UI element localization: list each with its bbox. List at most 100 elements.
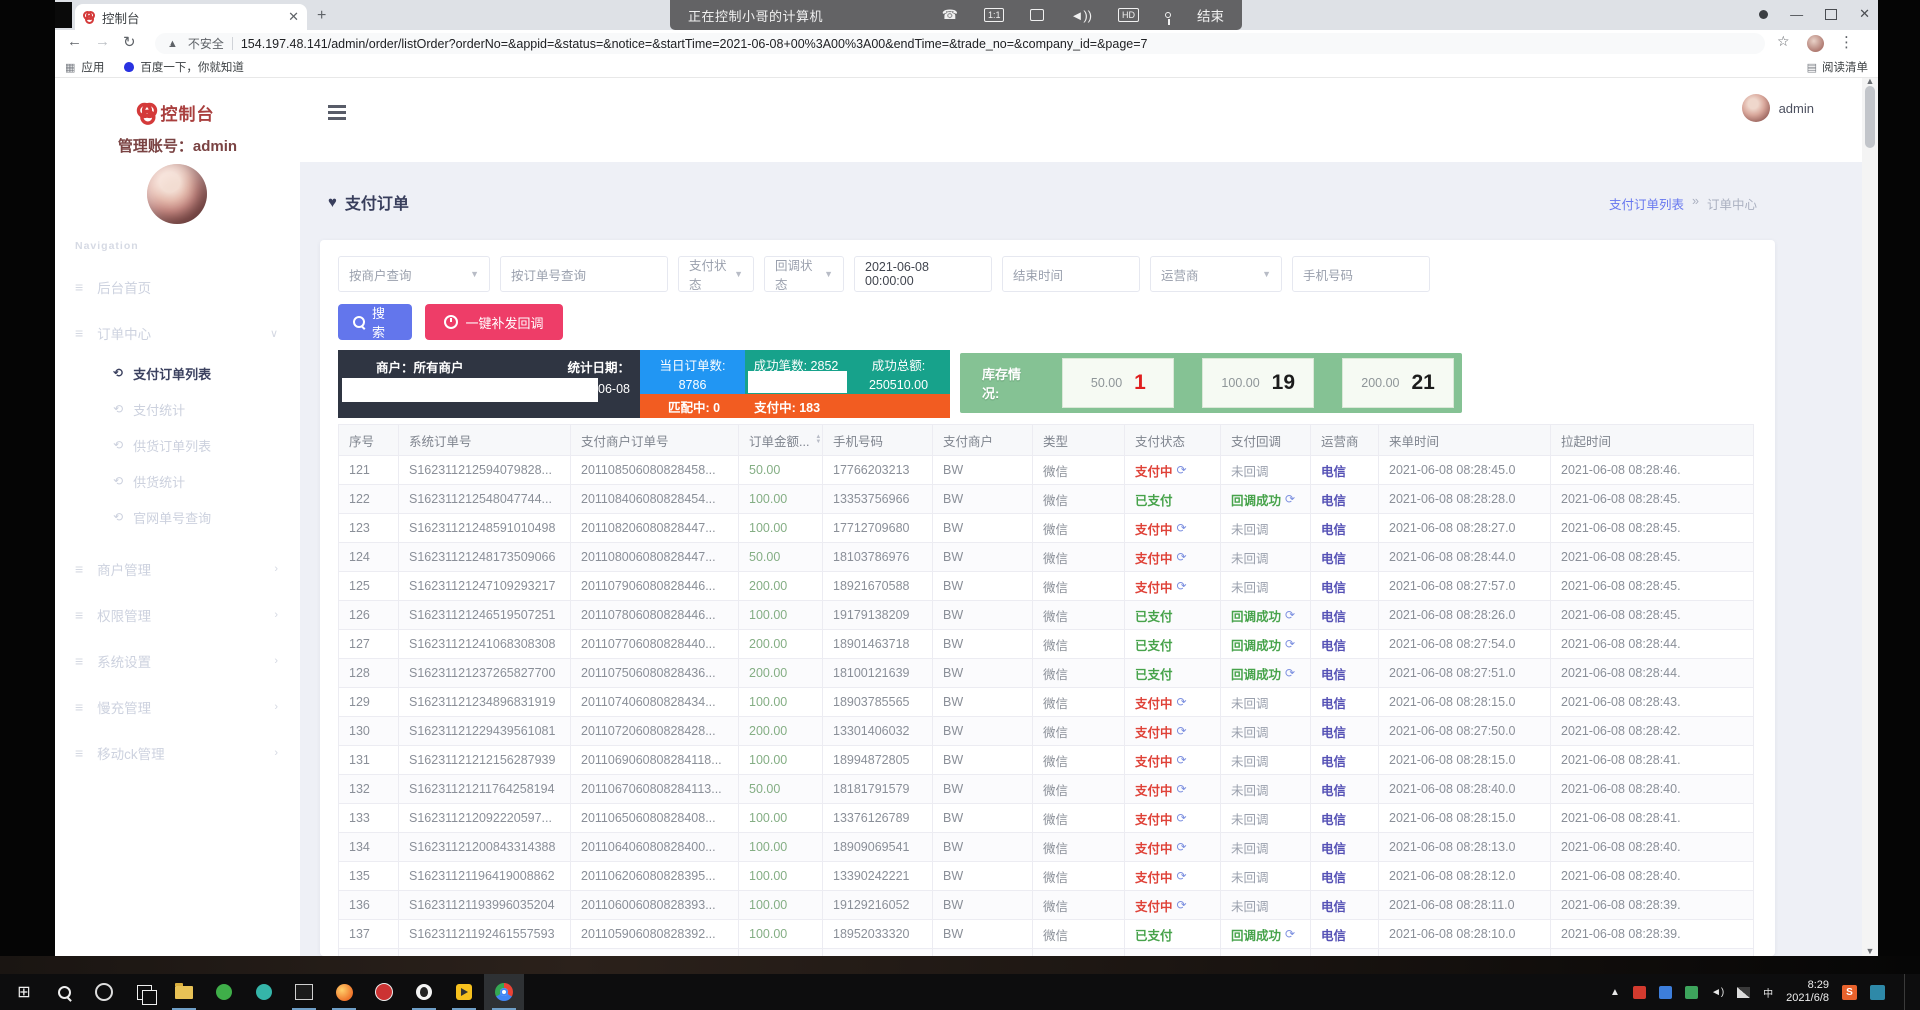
notes-app-icon[interactable] — [1870, 985, 1885, 1000]
sidebar-item-移动ck管理[interactable]: ≡移动ck管理› — [55, 736, 300, 770]
chevron-down-icon: ▼ — [824, 269, 833, 279]
potplayer-icon[interactable] — [444, 974, 484, 1010]
sidebar-subitem-支付订单列表[interactable]: ⟲支付订单列表 — [55, 358, 300, 388]
refresh-icon[interactable]: ⟳ — [1177, 463, 1187, 477]
scroll-down-icon[interactable]: ▼ — [1864, 946, 1876, 956]
sidebar-item-订单中心[interactable]: ≡订单中心∨ — [55, 316, 300, 350]
refresh-icon[interactable]: ⟳ — [1285, 637, 1295, 651]
sidebar-item-后台首页[interactable]: ≡后台首页 — [55, 270, 300, 304]
new-tab-button[interactable]: + — [317, 7, 326, 25]
circular-arrow-icon: ⟲ — [113, 366, 123, 380]
sidebar-subitem-供货统计[interactable]: ⟲供货统计 — [55, 466, 300, 496]
address-bar[interactable]: ▲! 不安全 154.197.48.141/admin/order/listOr… — [155, 33, 1765, 54]
brand[interactable]: 控制台 — [55, 100, 300, 125]
search-button[interactable]: 搜索 — [338, 304, 412, 340]
refresh-icon[interactable]: ⟳ — [1177, 869, 1187, 883]
teal-app-icon[interactable] — [244, 974, 284, 1010]
ratio-1-1-icon[interactable]: 1:1 — [984, 8, 1005, 22]
resend-callback-button[interactable]: 一键补发回调 — [425, 304, 563, 340]
refresh-icon[interactable]: ⟳ — [1177, 550, 1187, 564]
refresh-icon[interactable]: ⟳ — [1177, 811, 1187, 825]
url-text[interactable]: 154.197.48.141/admin/order/listOrder?ord… — [241, 37, 1148, 51]
refresh-icon[interactable]: ⟳ — [1285, 492, 1295, 506]
fullscreen-icon[interactable] — [1030, 9, 1044, 21]
menu-dots-icon[interactable]: ⋮ — [1839, 33, 1854, 51]
cmd-icon[interactable] — [284, 974, 324, 1010]
apps-label[interactable]: 应用 — [81, 59, 104, 75]
scrollbar-thumb[interactable] — [1865, 86, 1875, 148]
menu-toggle-button[interactable] — [328, 103, 350, 121]
sidebar-item-商户管理[interactable]: ≡商户管理› — [55, 552, 300, 586]
sidebar-item-系统设置[interactable]: ≡系统设置› — [55, 644, 300, 678]
stock-count: 21 — [1412, 371, 1435, 395]
baidu-bookmark[interactable]: 百度一下，你就知道 — [140, 59, 244, 75]
refresh-icon[interactable]: ⟳ — [1285, 608, 1295, 622]
task-view-icon[interactable] — [124, 974, 164, 1010]
refresh-icon[interactable]: ⟳ — [1177, 521, 1187, 535]
filter-input-4[interactable]: 2021-06-08 00:00:00 — [854, 256, 992, 292]
sidebar-item-权限管理[interactable]: ≡权限管理› — [55, 598, 300, 632]
phone-icon[interactable]: ☎ — [942, 7, 958, 23]
green-app-icon[interactable] — [204, 974, 244, 1010]
page-scrollbar[interactable]: ▲ ▼ — [1862, 78, 1878, 956]
profile-avatar[interactable] — [1807, 35, 1824, 52]
back-icon[interactable]: ← — [67, 33, 82, 50]
filter-select-3[interactable]: 回调状态▼ — [764, 256, 844, 292]
sort-icon[interactable]: ▲▼ — [815, 435, 821, 445]
filter-input-1[interactable]: 按订单号查询 — [500, 256, 668, 292]
firefox-icon[interactable] — [324, 974, 364, 1010]
filter-select-0[interactable]: 按商户查询▼ — [338, 256, 490, 292]
security-label[interactable]: 不安全 — [188, 35, 224, 52]
success-count-input[interactable] — [748, 371, 848, 393]
callback-text: 未回调 — [1231, 519, 1269, 538]
user-chip[interactable]: admin — [1742, 94, 1814, 122]
reload-icon[interactable]: ↻ — [123, 33, 136, 51]
scroll-up-icon[interactable]: ▲ — [1864, 76, 1876, 86]
refresh-icon[interactable]: ⟳ — [1177, 840, 1187, 854]
speaker-icon[interactable]: ◄)) — [1070, 8, 1092, 23]
pin-icon[interactable] — [1165, 12, 1171, 18]
close-button[interactable]: ✕ — [1859, 6, 1870, 22]
sidebar-subitem-供货订单列表[interactable]: ⟲供货订单列表 — [55, 430, 300, 460]
sidebar-subitem-支付统计[interactable]: ⟲支付统计 — [55, 394, 300, 424]
refresh-icon[interactable]: ⟳ — [1177, 695, 1187, 709]
apps-grid-icon[interactable]: ▦ — [65, 61, 75, 74]
end-session-button[interactable]: 结束 — [1197, 5, 1224, 25]
qq-icon[interactable] — [404, 974, 444, 1010]
sidebar-subitem-官网单号查询[interactable]: ⟲官网单号查询 — [55, 502, 300, 532]
filter-input-5[interactable]: 结束时间 — [1002, 256, 1140, 292]
bookmark-star-icon[interactable]: ☆ — [1777, 33, 1790, 50]
merchant-filter-input[interactable] — [342, 378, 598, 402]
refresh-icon[interactable]: ⟳ — [1177, 782, 1187, 796]
forward-icon[interactable]: → — [95, 33, 110, 50]
refresh-icon[interactable]: ⟳ — [1177, 724, 1187, 738]
cortana-icon[interactable] — [84, 974, 124, 1010]
chrome-icon[interactable] — [484, 974, 524, 1010]
reading-list-button[interactable]: ▤ 阅读清单 — [1807, 59, 1868, 75]
refresh-icon[interactable]: ⟳ — [1177, 898, 1187, 912]
tab-close-icon[interactable]: ✕ — [288, 9, 299, 25]
maximize-button[interactable] — [1825, 9, 1837, 20]
refresh-icon[interactable]: ⟳ — [1285, 927, 1295, 941]
browser-tab[interactable]: 控制台 ✕ — [75, 4, 307, 30]
filter-select-6[interactable]: 运营商▼ — [1150, 256, 1282, 292]
hd-icon[interactable]: HD — [1118, 8, 1139, 22]
filter-input-7[interactable]: 手机号码 — [1292, 256, 1430, 292]
sidebar-item-慢充管理[interactable]: ≡慢充管理› — [55, 690, 300, 724]
refresh-icon[interactable]: ⟳ — [1285, 666, 1295, 680]
filter-select-2[interactable]: 支付状态▼ — [678, 256, 754, 292]
start-button[interactable]: ⊞ — [4, 974, 44, 1010]
order-amount: 100.00 — [739, 891, 823, 919]
search-icon[interactable] — [44, 974, 84, 1010]
sidebar-avatar[interactable] — [147, 164, 207, 224]
file-explorer-icon[interactable] — [164, 974, 204, 1010]
show-desktop-button[interactable] — [1904, 974, 1910, 1010]
refresh-icon[interactable]: ⟳ — [1177, 753, 1187, 767]
taskbar-clock[interactable]: 8:292021/6/8 — [1786, 979, 1829, 1005]
music-app-icon[interactable] — [364, 974, 404, 1010]
minimize-button[interactable]: — — [1790, 7, 1803, 22]
phone-number: 19179138209 — [823, 601, 933, 629]
breadcrumb-link[interactable]: 支付订单列表 — [1609, 194, 1684, 213]
sogou-ime-icon[interactable]: S — [1842, 985, 1857, 1000]
refresh-icon[interactable]: ⟳ — [1177, 579, 1187, 593]
